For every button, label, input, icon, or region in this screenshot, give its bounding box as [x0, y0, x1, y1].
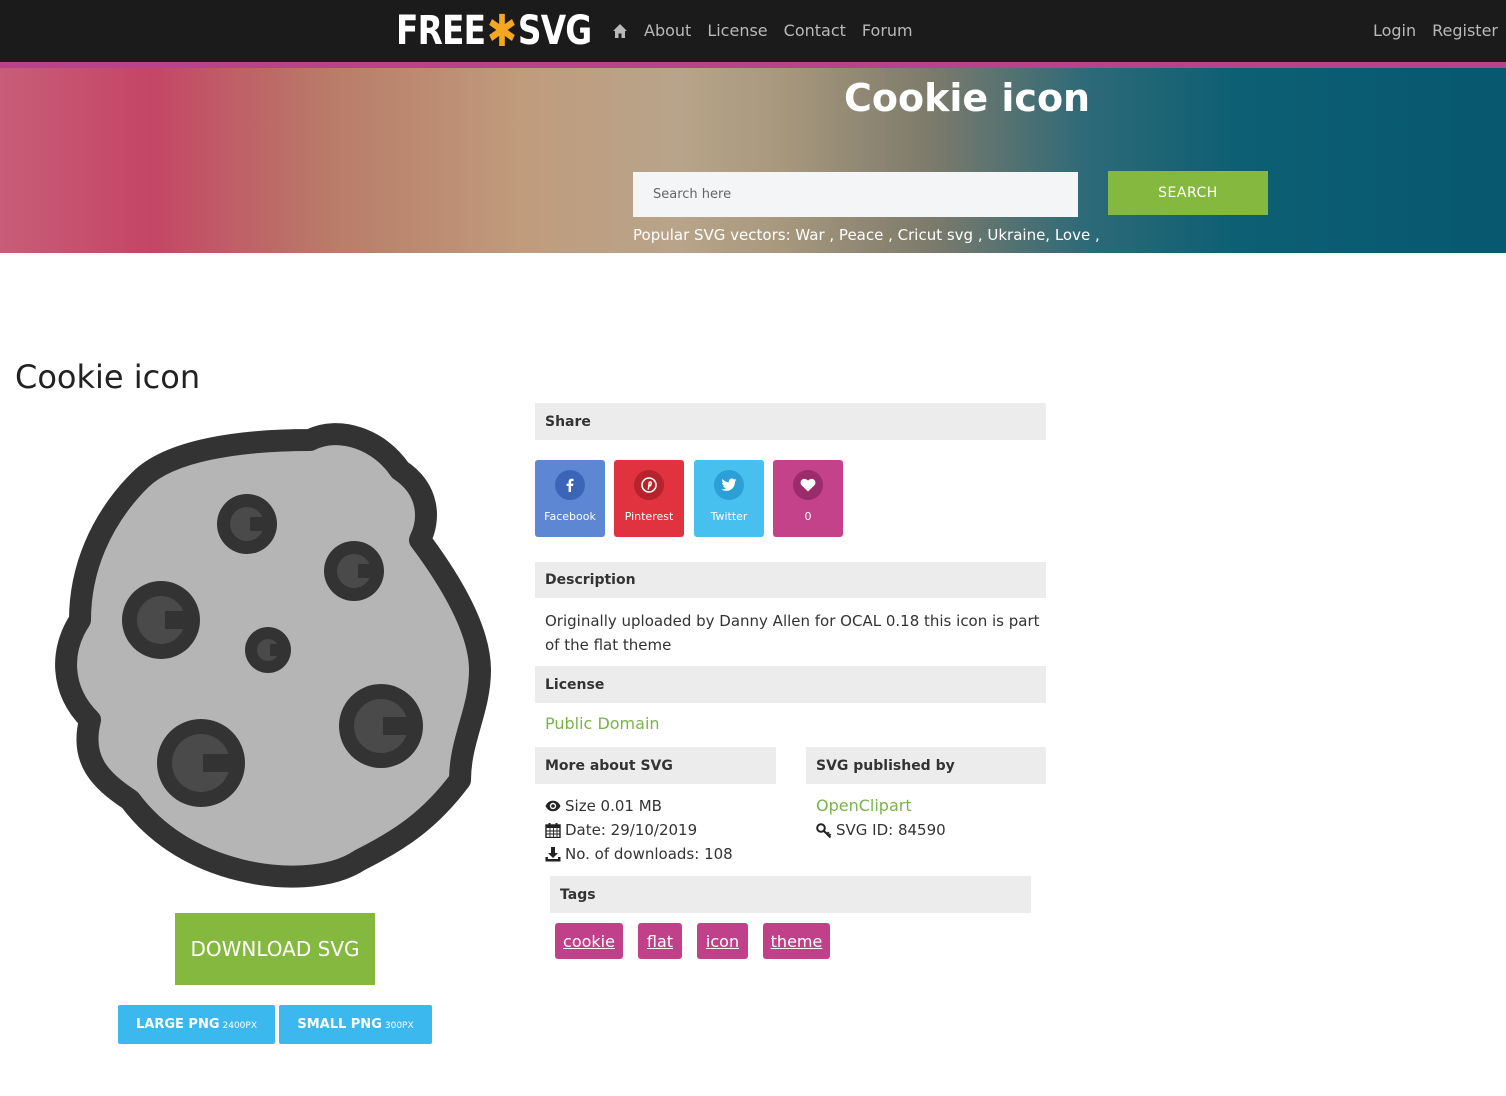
- tags-heading: Tags: [550, 876, 1031, 913]
- site-logo[interactable]: FREE ✱ SVG: [396, 5, 592, 57]
- tag-theme[interactable]: theme: [763, 923, 830, 959]
- logo-text-svg: SVG: [517, 8, 592, 54]
- register-link[interactable]: Register: [1432, 19, 1498, 43]
- small-png-size: 300PX: [384, 1021, 414, 1031]
- download-svg-button[interactable]: DOWNLOAD SVG: [175, 913, 375, 985]
- calendar-icon: [545, 822, 561, 838]
- svg-downloads: No. of downloads: 108: [565, 845, 733, 863]
- key-icon: [816, 822, 832, 838]
- twitter-label: Twitter: [710, 510, 748, 523]
- heart-icon: [793, 470, 823, 500]
- pinterest-share-button[interactable]: Pinterest: [614, 460, 684, 537]
- main-nav: About License Contact Forum: [612, 19, 929, 43]
- publisher-row: OpenClipart: [816, 794, 946, 818]
- search-input[interactable]: [633, 172, 1078, 217]
- svg-id: SVG ID: 84590: [836, 821, 946, 839]
- logo-star-icon: ✱: [486, 5, 517, 57]
- twitter-icon: [714, 470, 744, 500]
- cookie-illustration: [55, 423, 491, 888]
- nav-license-link[interactable]: License: [707, 19, 767, 43]
- page-title: Cookie icon: [15, 358, 201, 396]
- home-icon[interactable]: [612, 23, 628, 39]
- logo-text-free: FREE: [396, 8, 486, 54]
- download-icon: [545, 846, 561, 861]
- hero-title: Cookie icon: [844, 76, 1091, 120]
- popular-vectors: Popular SVG vectors: War , Peace , Cricu…: [633, 226, 1100, 244]
- publisher-link[interactable]: OpenClipart: [816, 794, 912, 818]
- svg-id-row: SVG ID: 84590: [816, 818, 946, 842]
- twitter-share-button[interactable]: Twitter: [694, 460, 764, 537]
- hero-accent-bar: [0, 62, 1506, 68]
- pinterest-label: Pinterest: [624, 510, 674, 523]
- tag-icon[interactable]: icon: [697, 923, 748, 959]
- size-row: Size 0.01 MB: [545, 794, 733, 818]
- eye-icon: [545, 800, 561, 812]
- small-png-label: SMALL PNG: [297, 1017, 382, 1032]
- license-heading: License: [535, 666, 1046, 703]
- more-about-heading: More about SVG: [535, 747, 776, 784]
- top-navbar: FREE ✱ SVG About License Contact Forum L…: [0, 0, 1506, 62]
- like-button[interactable]: 0: [773, 460, 843, 537]
- small-png-button[interactable]: SMALL PNG 300PX: [279, 1005, 432, 1044]
- login-link[interactable]: Login: [1373, 19, 1416, 43]
- facebook-label: Facebook: [544, 510, 596, 523]
- description-heading: Description: [535, 562, 1046, 598]
- nav-contact-link[interactable]: Contact: [784, 19, 846, 43]
- tag-cookie[interactable]: cookie: [555, 923, 623, 959]
- svg-date: Date: 29/10/2019: [565, 821, 698, 839]
- facebook-icon: [555, 470, 585, 500]
- published-by-heading: SVG published by: [806, 747, 1046, 784]
- large-png-label: LARGE PNG: [135, 1017, 220, 1032]
- hero-banner: Cookie icon SEARCH Popular SVG vectors: …: [0, 62, 1506, 253]
- large-png-size: 2400PX: [222, 1021, 258, 1031]
- nav-forum-link[interactable]: Forum: [862, 19, 913, 43]
- pinterest-icon: [634, 470, 664, 500]
- svg-preview-image: [40, 420, 500, 890]
- tag-flat[interactable]: flat: [638, 923, 682, 959]
- large-png-button[interactable]: LARGE PNG 2400PX: [118, 1005, 275, 1044]
- downloads-row: No. of downloads: 108: [545, 842, 733, 866]
- date-row: Date: 29/10/2019: [545, 818, 733, 842]
- svg-metadata: Size 0.01 MB Date: 29/10/2019 No. of dow…: [545, 794, 733, 866]
- nav-about-link[interactable]: About: [644, 19, 691, 43]
- publisher-info: OpenClipart SVG ID: 84590: [816, 794, 946, 842]
- share-heading: Share: [535, 403, 1046, 440]
- facebook-share-button[interactable]: Facebook: [535, 460, 605, 537]
- license-link[interactable]: Public Domain: [545, 714, 660, 733]
- svg-size: Size 0.01 MB: [565, 797, 662, 815]
- account-nav: Login Register: [1357, 19, 1498, 43]
- like-count: 0: [804, 510, 812, 523]
- search-button[interactable]: SEARCH: [1108, 171, 1268, 215]
- description-text: Originally uploaded by Danny Allen for O…: [545, 612, 1040, 654]
